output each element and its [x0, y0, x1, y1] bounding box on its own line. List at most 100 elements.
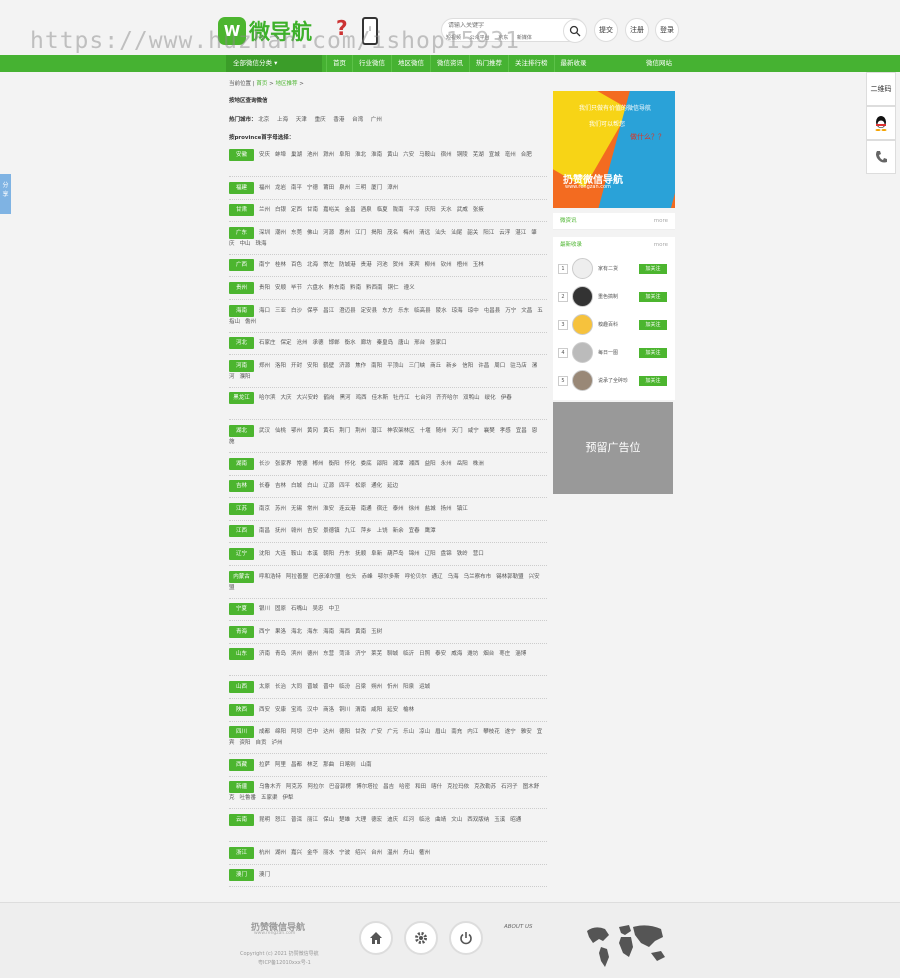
province-badge[interactable]: 吉林 [229, 480, 254, 493]
city-link[interactable]: 驻马店 [510, 363, 527, 369]
city-link[interactable]: 仙桃 [275, 428, 286, 434]
search-input[interactable] [448, 22, 558, 29]
city-link[interactable]: 五家渠 [261, 795, 278, 801]
city-link[interactable]: 滨州 [291, 651, 302, 657]
city-link[interactable]: 海西 [339, 629, 350, 635]
city-link[interactable]: 中卫 [329, 606, 340, 612]
city-link[interactable]: 湘潭 [393, 461, 404, 467]
city-link[interactable]: 马鞍山 [419, 152, 436, 158]
city-link[interactable]: 孝感 [500, 428, 511, 434]
city-link[interactable]: 荆门 [339, 428, 350, 434]
province-badge[interactable]: 西藏 [229, 758, 254, 771]
province-badge[interactable]: 湖南 [229, 457, 254, 470]
city-link[interactable]: 阿拉善盟 [286, 574, 308, 580]
hot-word[interactable]: 短视频 [446, 35, 461, 41]
submit-button[interactable]: 提交 [594, 18, 618, 42]
city-link[interactable]: 信阳 [462, 363, 473, 369]
city-link[interactable]: 临汾 [339, 684, 350, 690]
city-link[interactable]: 新余 [393, 528, 404, 534]
city-link[interactable]: 济源 [339, 363, 350, 369]
city-link[interactable]: 阳泉 [403, 684, 414, 690]
city-link[interactable]: 贺州 [393, 262, 404, 268]
city-link[interactable]: 衢州 [419, 850, 430, 856]
city-link[interactable]: 黑河 [340, 395, 351, 401]
city-link[interactable]: 云浮 [499, 230, 510, 236]
city-link[interactable]: 遵义 [404, 285, 415, 291]
city-link[interactable]: 来宾 [409, 262, 420, 268]
city-link[interactable]: 承德 [313, 340, 324, 346]
city-link[interactable]: 沈阳 [259, 551, 270, 557]
city-link[interactable]: 哈尔滨 [259, 395, 276, 401]
city-link[interactable]: 株洲 [473, 461, 484, 467]
city-link[interactable]: 长治 [275, 684, 286, 690]
city-link[interactable]: 三明 [355, 185, 366, 191]
city-link[interactable]: 固原 [275, 606, 286, 612]
city-link[interactable]: 临高县 [414, 308, 431, 314]
city-link[interactable]: 德宏 [371, 817, 382, 823]
city-link[interactable]: 黄山 [387, 152, 398, 158]
city-link[interactable]: 白银 [275, 207, 286, 213]
city-link[interactable]: 咸阳 [371, 707, 382, 713]
city-link[interactable]: 焦作 [355, 363, 366, 369]
city-link[interactable]: 保亭 [307, 308, 318, 314]
city-link[interactable]: 万宁 [505, 308, 516, 314]
city-link[interactable]: 牡丹江 [393, 395, 410, 401]
city-link[interactable]: 扬州 [441, 506, 452, 512]
city-link[interactable]: 定安县 [361, 308, 378, 314]
province-badge[interactable]: 福建 [229, 181, 254, 194]
city-link[interactable]: 定西 [291, 207, 302, 213]
nav-item[interactable]: 关注排行榜 [508, 55, 554, 72]
city-link[interactable]: 攀枝花 [483, 729, 500, 735]
city-link[interactable]: 泉州 [339, 185, 350, 191]
city-link[interactable]: 九江 [345, 528, 356, 534]
city-link[interactable]: 安阳 [307, 363, 318, 369]
city-link[interactable]: 丹东 [339, 551, 350, 557]
city-link[interactable]: 朔州 [371, 684, 382, 690]
city-link[interactable]: 铁岭 [457, 551, 468, 557]
city-link[interactable]: 普洱 [291, 817, 302, 823]
city-link[interactable]: 吉林 [275, 483, 286, 489]
city-link[interactable]: 商洛 [323, 707, 334, 713]
city-link[interactable]: 鄂州 [291, 428, 302, 434]
city-link[interactable]: 黄南 [355, 629, 366, 635]
city-link[interactable]: 惠州 [339, 230, 350, 236]
city-link[interactable]: 绵阳 [275, 729, 286, 735]
city-link[interactable]: 辽阳 [425, 551, 436, 557]
city-link[interactable]: 张家界 [275, 461, 292, 467]
city-link[interactable]: 宜昌 [516, 428, 527, 434]
city-link[interactable]: 抚州 [275, 528, 286, 534]
city-link[interactable]: 佛山 [307, 230, 318, 236]
city-link[interactable]: 迪庆 [387, 817, 398, 823]
city-link[interactable]: 海南 [323, 629, 334, 635]
share-tab[interactable]: 分享 [0, 174, 11, 214]
city-link[interactable]: 陇南 [393, 207, 404, 213]
city-link[interactable]: 克拉玛依 [447, 784, 469, 790]
city-link[interactable]: 大兴安岭 [297, 395, 319, 401]
city-link[interactable]: 鹤壁 [323, 363, 334, 369]
city-link[interactable]: 大庆 [281, 395, 292, 401]
city-link[interactable]: 上海 [277, 117, 288, 123]
city-link[interactable]: 洛阳 [275, 363, 286, 369]
city-link[interactable]: 绍兴 [355, 850, 366, 856]
city-link[interactable]: 七台河 [415, 395, 432, 401]
city-link[interactable]: 梧州 [457, 262, 468, 268]
nav-item-wechat-site[interactable]: 微信网站 [646, 55, 672, 72]
city-link[interactable]: 宁波 [339, 850, 350, 856]
city-link[interactable]: 平顶山 [387, 363, 404, 369]
city-link[interactable]: 阿拉尔 [308, 784, 325, 790]
province-badge[interactable]: 甘肃 [229, 204, 254, 217]
city-link[interactable]: 娄底 [361, 461, 372, 467]
city-link[interactable]: 本溪 [307, 551, 318, 557]
city-link[interactable]: 陵水 [436, 308, 447, 314]
city-link[interactable]: 西双版纳 [467, 817, 489, 823]
city-link[interactable]: 淮安 [323, 506, 334, 512]
city-link[interactable]: 湖州 [275, 850, 286, 856]
city-link[interactable]: 襄樊 [484, 428, 495, 434]
city-link[interactable]: 成都 [259, 729, 270, 735]
city-link[interactable]: 葫芦岛 [387, 551, 404, 557]
city-link[interactable]: 福州 [259, 185, 270, 191]
city-link[interactable]: 文昌 [521, 308, 532, 314]
phone-tab[interactable] [866, 140, 896, 174]
city-link[interactable]: 贵阳 [259, 285, 270, 291]
breadcrumb-home[interactable]: 首页 [256, 81, 267, 87]
